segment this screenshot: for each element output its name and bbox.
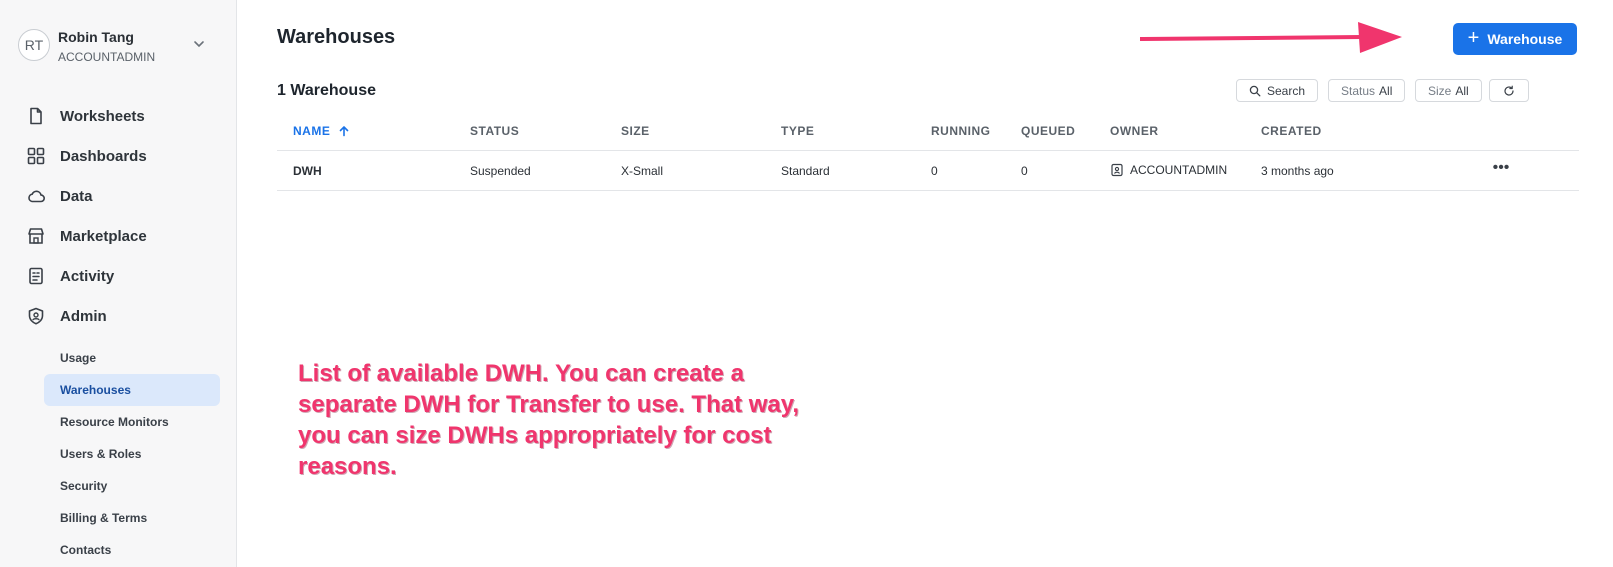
column-header-name[interactable]: NAME [293, 124, 350, 138]
nav-label: Activity [60, 267, 115, 285]
nav-item-data[interactable]: Data [0, 176, 237, 216]
cell-type: Standard [781, 164, 830, 178]
cell-owner: ACCOUNTADMIN [1110, 163, 1227, 177]
cloud-icon [28, 190, 45, 203]
table-row[interactable]: DWH Suspended X-Small Standard 0 0 ACCOU… [277, 151, 1579, 191]
cell-running: 0 [931, 164, 938, 178]
worksheet-icon [30, 107, 42, 125]
subnav-item-resource-monitors[interactable]: Resource Monitors [44, 406, 220, 438]
admin-subnav: Usage Warehouses Resource Monitors Users… [44, 342, 220, 566]
add-warehouse-label: Warehouse [1487, 31, 1563, 47]
table-header: NAME STATUS SIZE TYPE RUNNING QUEUED OWN… [277, 111, 1579, 151]
activity-list-icon [29, 267, 43, 285]
user-name: Robin Tang [58, 29, 134, 45]
cell-status: Suspended [470, 164, 531, 178]
cell-size: X-Small [621, 164, 664, 178]
search-icon [1249, 85, 1261, 96]
cell-name[interactable]: DWH [293, 164, 322, 178]
nav-label: Admin [60, 307, 107, 325]
nav-label: Data [60, 187, 93, 205]
warehouses-table: NAME STATUS SIZE TYPE RUNNING QUEUED OWN… [277, 111, 1579, 191]
warehouse-count: 1 Warehouse [277, 82, 376, 99]
subnav-item-billing-terms[interactable]: Billing & Terms [44, 502, 220, 534]
sort-ascending-icon [339, 126, 349, 137]
subnav-item-contacts[interactable]: Contacts [44, 534, 220, 566]
subnav-item-users-roles[interactable]: Users & Roles [44, 438, 220, 470]
nav-item-activity[interactable]: Activity [0, 256, 237, 296]
page-title: Warehouses [277, 26, 396, 48]
avatar: RT [18, 29, 50, 61]
nav-item-admin[interactable]: Admin [0, 296, 237, 336]
cell-queued: 0 [1021, 164, 1028, 178]
cell-created: 3 months ago [1261, 164, 1334, 178]
user-role: ACCOUNTADMIN [58, 50, 156, 64]
sidebar: RT Robin Tang ACCOUNTADMIN Worksheets Da… [0, 0, 237, 567]
owner-label: ACCOUNTADMIN [1130, 163, 1228, 177]
app-window: RT Robin Tang ACCOUNTADMIN Worksheets Da… [0, 0, 1613, 567]
column-header-status[interactable]: STATUS [470, 124, 519, 138]
search-label: Search [1267, 83, 1306, 98]
annotation-text: List of available DWH. You can create a … [298, 360, 800, 480]
add-warehouse-button[interactable]: + Warehouse [1453, 23, 1577, 55]
chevron-down-icon[interactable] [192, 37, 206, 51]
status-filter[interactable]: Status All [1328, 79, 1406, 102]
column-header-type[interactable]: TYPE [781, 124, 814, 138]
refresh-icon [1504, 85, 1514, 96]
plus-icon: + [1467, 27, 1480, 49]
nav-item-dashboards[interactable]: Dashboards [0, 136, 237, 176]
refresh-button[interactable] [1489, 79, 1529, 102]
nav-item-marketplace[interactable]: Marketplace [0, 216, 237, 256]
nav-item-worksheets[interactable]: Worksheets [0, 96, 237, 136]
column-header-created[interactable]: CREATED [1261, 124, 1322, 138]
size-filter-label: Size [1428, 83, 1452, 98]
nav-label: Marketplace [60, 227, 147, 245]
column-header-owner[interactable]: OWNER [1110, 124, 1159, 138]
column-header-queued[interactable]: QUEUED [1021, 124, 1075, 138]
search-button[interactable]: Search [1236, 79, 1319, 102]
storefront-icon [28, 228, 44, 244]
status-filter-value: All [1379, 83, 1393, 98]
more-options-icon[interactable]: ••• [1489, 160, 1513, 181]
size-filter[interactable]: Size All [1415, 79, 1482, 102]
role-badge-icon [1111, 163, 1123, 177]
column-header-size[interactable]: SIZE [621, 124, 650, 138]
nav-label: Worksheets [60, 107, 145, 125]
shield-icon [28, 307, 44, 325]
dashboard-grid-icon [27, 147, 45, 165]
size-filter-value: All [1455, 83, 1469, 98]
subnav-item-warehouses[interactable]: Warehouses [44, 374, 220, 406]
main-nav: Worksheets Dashboards Data Marketplace A… [0, 96, 237, 336]
column-header-running[interactable]: RUNNING [931, 124, 991, 138]
subnav-item-usage[interactable]: Usage [44, 342, 220, 374]
status-filter-label: Status [1341, 83, 1376, 98]
annotation-arrow-icon [1140, 22, 1402, 53]
subnav-item-security[interactable]: Security [44, 470, 220, 502]
nav-label: Dashboards [60, 147, 147, 165]
user-menu[interactable]: RT Robin Tang ACCOUNTADMIN [18, 27, 220, 67]
